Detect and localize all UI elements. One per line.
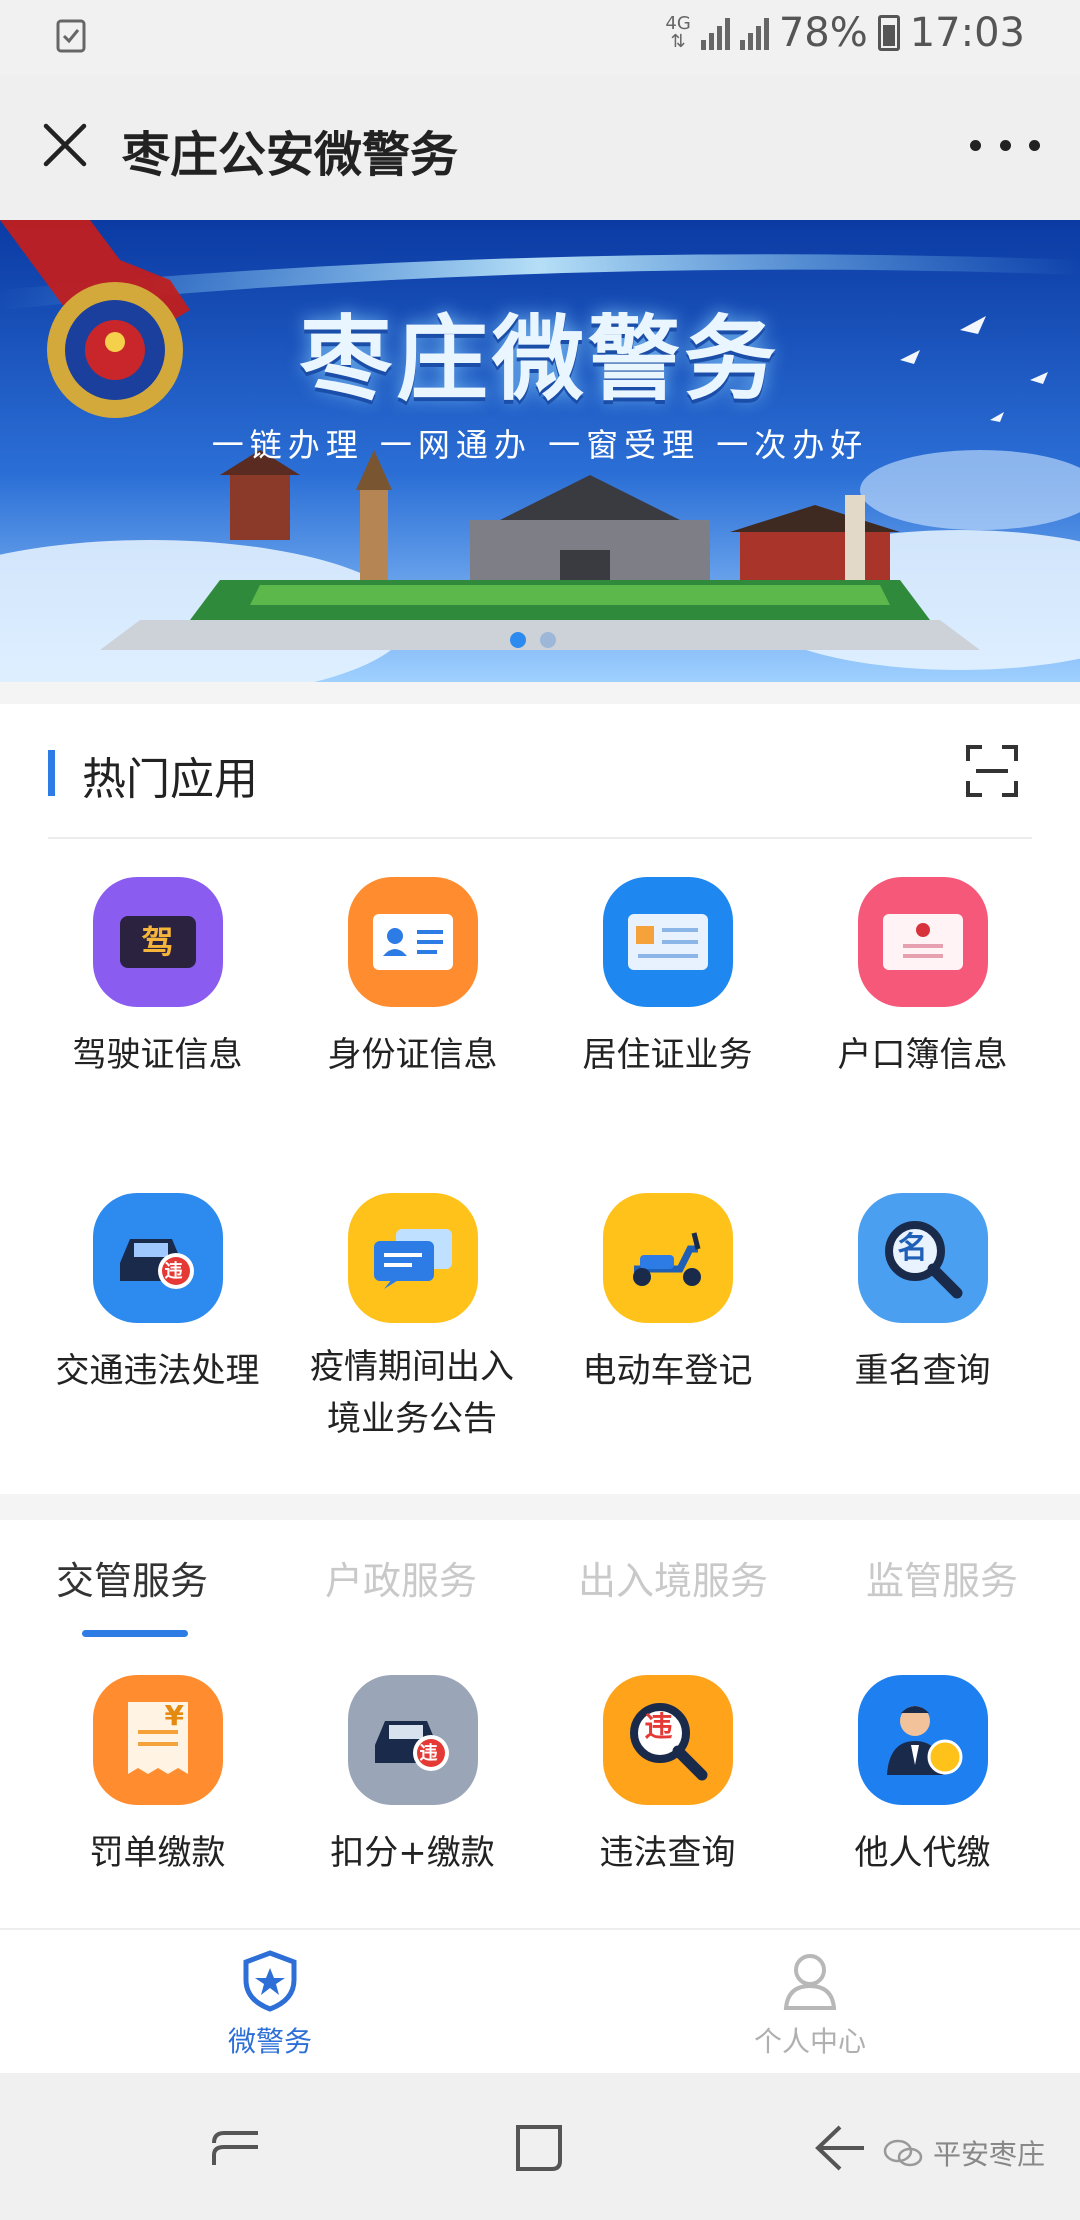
recent-apps-icon[interactable]: [210, 2125, 262, 2169]
wechat-icon: [883, 2139, 923, 2167]
traffic-violation-car-icon: 违: [92, 1193, 223, 1323]
app-ebike-registration[interactable]: 电动车登记: [540, 1193, 795, 1397]
app-label: 罚单缴款: [89, 1833, 226, 1873]
hot-apps-header: 热门应用: [0, 703, 1080, 838]
clock: 17:03: [909, 10, 1025, 56]
battery-percent: 78%: [778, 10, 868, 56]
proxy-payment-icon: [857, 1675, 988, 1805]
watermark: 平安枣庄: [883, 2133, 1045, 2173]
app-epidemic-notice[interactable]: 疫情期间出入境业务公告: [285, 1193, 540, 1445]
app-drivers-license[interactable]: 驾 驾驶证信息: [30, 877, 285, 1081]
more-options-icon[interactable]: [970, 125, 1040, 165]
banner-title: 枣庄微警务: [299, 306, 780, 413]
points-payment-car-icon: 违: [347, 1675, 478, 1805]
nav-bar: 枣庄公安微警务: [0, 75, 1080, 220]
home-icon[interactable]: [512, 2121, 566, 2175]
residence-permit-icon: [602, 877, 733, 1007]
app-label: 身份证信息: [327, 1035, 498, 1075]
battery-icon: [877, 15, 900, 51]
tab-household[interactable]: 户政服务: [325, 1550, 477, 1605]
app-label: 居住证业务: [582, 1035, 753, 1075]
system-navigation-bar: 平安枣庄: [0, 2073, 1080, 2220]
active-tab-indicator: [82, 1630, 188, 1637]
app-traffic-violation[interactable]: 违 交通违法处理: [30, 1193, 285, 1397]
service-proxy-payment[interactable]: 他人代缴: [795, 1675, 1050, 1879]
name-search-icon: 名: [857, 1193, 988, 1323]
app-residence-permit[interactable]: 居住证业务: [540, 877, 795, 1081]
drivers-license-icon: 驾: [92, 877, 223, 1007]
id-card-icon: [347, 877, 478, 1007]
close-icon[interactable]: [40, 120, 90, 170]
divider: [0, 1494, 1080, 1520]
tab-exit-entry[interactable]: 出入境服务: [578, 1550, 768, 1605]
chat-notice-icon: [347, 1193, 478, 1323]
app-label: 驾驶证信息: [72, 1035, 243, 1075]
app-label: 重名查询: [854, 1351, 991, 1391]
signal-icon-2: [739, 16, 769, 50]
app-label: 户口簿信息: [837, 1035, 1008, 1075]
violation-search-icon: 违: [602, 1675, 733, 1805]
app-label: 他人代缴: [854, 1833, 991, 1873]
back-icon[interactable]: [812, 2121, 868, 2175]
ticket-payment-icon: ¥: [92, 1675, 223, 1805]
section-title: 热门应用: [82, 754, 258, 805]
tab-traffic[interactable]: 交管服务: [56, 1550, 208, 1605]
banner-slogan: 一链办理 一网通办 一窗受理 一次办好: [211, 426, 869, 464]
app-duplicate-name-query[interactable]: 名 重名查询: [795, 1193, 1050, 1397]
banner-carousel[interactable]: 枣庄微警务 一链办理 一网通办 一窗受理 一次办好: [0, 220, 1080, 682]
service-tabs: 交管服务 户政服务 出入境服务 监管服务: [0, 1520, 1080, 1640]
tab-supervision[interactable]: 监管服务: [866, 1550, 1018, 1605]
app-label: 交通违法处理: [55, 1351, 260, 1391]
tab-personal-center[interactable]: 个人中心: [710, 1950, 910, 2060]
carousel-dots: [510, 632, 556, 648]
screenshot-notification-icon: [56, 19, 86, 53]
app-label: 违法查询: [599, 1833, 736, 1873]
app-household-register[interactable]: 户口簿信息: [795, 877, 1050, 1081]
service-points-payment[interactable]: 违 扣分+缴款: [285, 1675, 540, 1879]
scooter-icon: [602, 1193, 733, 1323]
police-badge-icon: [243, 1950, 297, 2012]
service-violation-search[interactable]: 违 违法查询: [540, 1675, 795, 1879]
divider: [0, 682, 1080, 704]
status-bar: 4G ⇅ 78% 17:03: [0, 0, 1080, 75]
network-indicator: 4G ⇅: [665, 13, 691, 52]
app-label: 疫情期间出入境业务公告: [310, 1347, 514, 1439]
tab-label: 个人中心: [753, 2025, 866, 2058]
bottom-tab-bar: 微警务 个人中心: [0, 1928, 1080, 2073]
page-title: 枣庄公安微警务: [122, 127, 459, 183]
divider: [48, 837, 1032, 839]
household-register-icon: [857, 877, 988, 1007]
app-id-card[interactable]: 身份证信息: [285, 877, 540, 1081]
signal-icon: [700, 16, 730, 50]
section-accent: [48, 750, 55, 796]
app-label: 扣分+缴款: [330, 1833, 495, 1873]
app-label: 电动车登记: [582, 1351, 753, 1391]
tab-label: 微警务: [227, 2025, 312, 2058]
user-icon: [783, 1954, 837, 2010]
tab-micro-police[interactable]: 微警务: [170, 1950, 370, 2060]
service-ticket-payment[interactable]: ¥ 罚单缴款: [30, 1675, 285, 1879]
scan-icon[interactable]: [964, 743, 1020, 799]
